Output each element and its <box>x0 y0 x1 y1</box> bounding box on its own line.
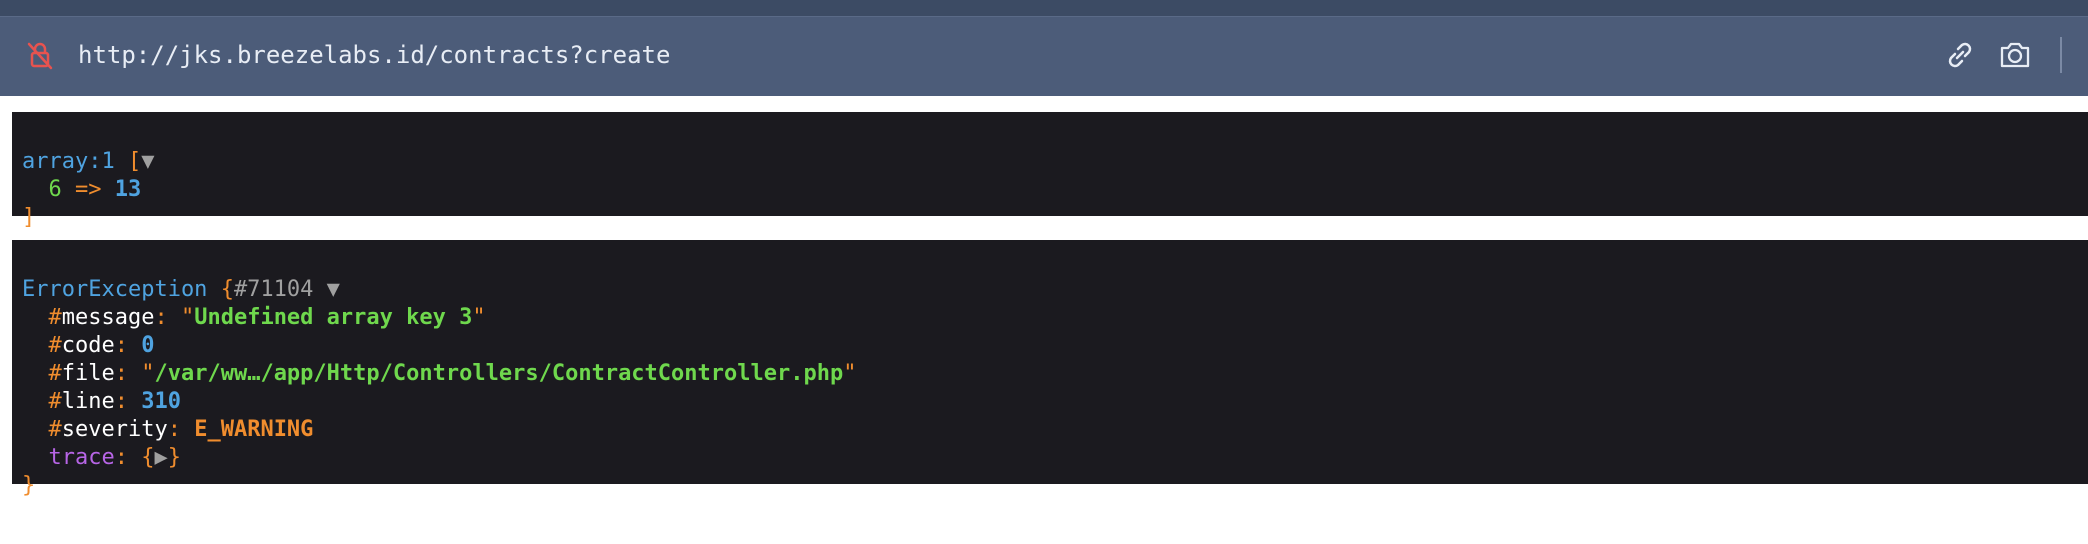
file-value[interactable]: /var/ww…/app/Http/Controllers/ContractCo… <box>154 361 843 386</box>
url-bar: http://jks.breezelabs.id/contracts?creat… <box>0 16 2088 96</box>
prop-hash: # <box>48 417 62 442</box>
browser-top-strip <box>0 0 2088 16</box>
lock-slash-icon[interactable] <box>24 39 56 71</box>
prop-severity: #severity: E_WARNING <box>22 416 2078 444</box>
trace-open-brace: { <box>141 445 155 470</box>
prop-colon: : <box>114 445 128 470</box>
prop-hash: # <box>48 361 62 386</box>
toolbar-divider <box>2060 37 2062 73</box>
prop-colon: : <box>167 417 181 442</box>
prop-line: #line: 310 <box>22 388 2078 416</box>
prop-message: #message: "Undefined array key 3" <box>48 305 486 330</box>
array-open-bracket: [ <box>127 149 142 174</box>
trace-name: trace <box>48 445 115 470</box>
prop-name: code <box>61 333 115 358</box>
expand-toggle-icon[interactable]: ▶ <box>154 445 167 470</box>
prop-colon: : <box>154 305 168 330</box>
array-type: array:1 <box>22 149 115 174</box>
prop-name: severity <box>61 417 168 442</box>
camera-icon[interactable] <box>1997 37 2033 73</box>
array-arrow: => <box>75 177 102 202</box>
prop-code: #code: 0 <box>22 332 2078 360</box>
array-key: 6 <box>48 177 62 202</box>
trace-close-brace: } <box>167 445 181 470</box>
prop-colon: : <box>114 333 128 358</box>
prop-trace: trace: {▶} <box>22 444 2078 472</box>
exception-header: ErrorException {#71104 ▼ <box>22 276 2078 304</box>
array-dump-panel: array:1 [▼ 6 => 13] <box>12 112 2088 230</box>
prop-name: message <box>61 305 155 330</box>
array-value: 13 <box>114 177 142 202</box>
prop-name: file <box>61 361 115 386</box>
collapse-toggle-icon[interactable]: ▼ <box>141 149 154 174</box>
severity-value: E_WARNING <box>194 417 314 442</box>
link-icon[interactable] <box>1942 37 1978 73</box>
prop-colon: : <box>114 361 128 386</box>
array-entry: 6 => 13 <box>22 176 2078 204</box>
prop-hash: # <box>48 305 62 330</box>
code-value: 0 <box>141 333 155 358</box>
array-close: ] <box>22 204 2078 232</box>
prop-colon: : <box>114 389 128 414</box>
exception-close-brace: } <box>22 473 36 498</box>
array-close-bracket: ] <box>22 205 36 230</box>
exception-open-brace: { <box>220 277 234 302</box>
prop-file: #file: "/var/ww…/app/Http/Controllers/Co… <box>48 361 857 386</box>
prop-name: line <box>61 389 115 414</box>
exception-class: ErrorException <box>22 277 208 302</box>
collapse-toggle-icon[interactable]: ▼ <box>327 277 340 302</box>
message-value: Undefined array key 3 <box>194 305 473 330</box>
exception-close: } <box>22 472 2078 500</box>
url-text[interactable]: http://jks.breezelabs.id/contracts?creat… <box>78 41 670 69</box>
prop-hash: # <box>48 389 62 414</box>
line-value: 310 <box>141 389 181 414</box>
array-header: array:1 [▼ <box>22 148 2078 176</box>
exception-dump-panel: ErrorException {#71104 ▼ #message: "Unde… <box>12 240 2088 498</box>
exception-id: #71104 <box>233 277 314 302</box>
prop-hash: # <box>48 333 62 358</box>
